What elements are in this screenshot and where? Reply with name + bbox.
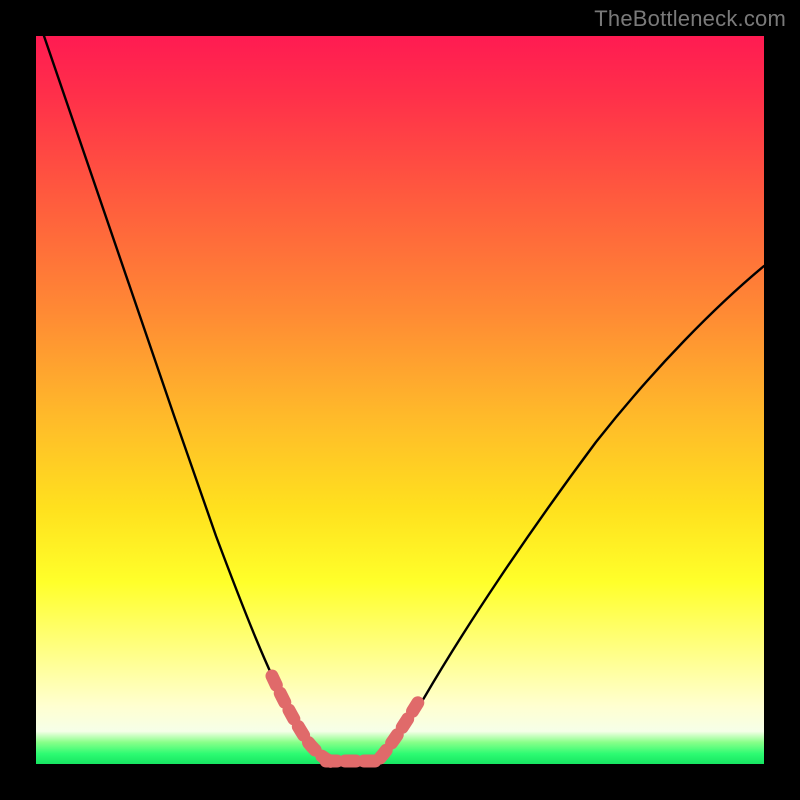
pink-marker-left bbox=[272, 676, 332, 762]
pink-marker-right bbox=[380, 696, 422, 758]
watermark-text: TheBottleneck.com bbox=[594, 6, 786, 32]
curve-layer bbox=[36, 36, 764, 764]
plot-area bbox=[36, 36, 764, 764]
chart-frame: TheBottleneck.com bbox=[0, 0, 800, 800]
bottleneck-curve bbox=[44, 36, 764, 763]
